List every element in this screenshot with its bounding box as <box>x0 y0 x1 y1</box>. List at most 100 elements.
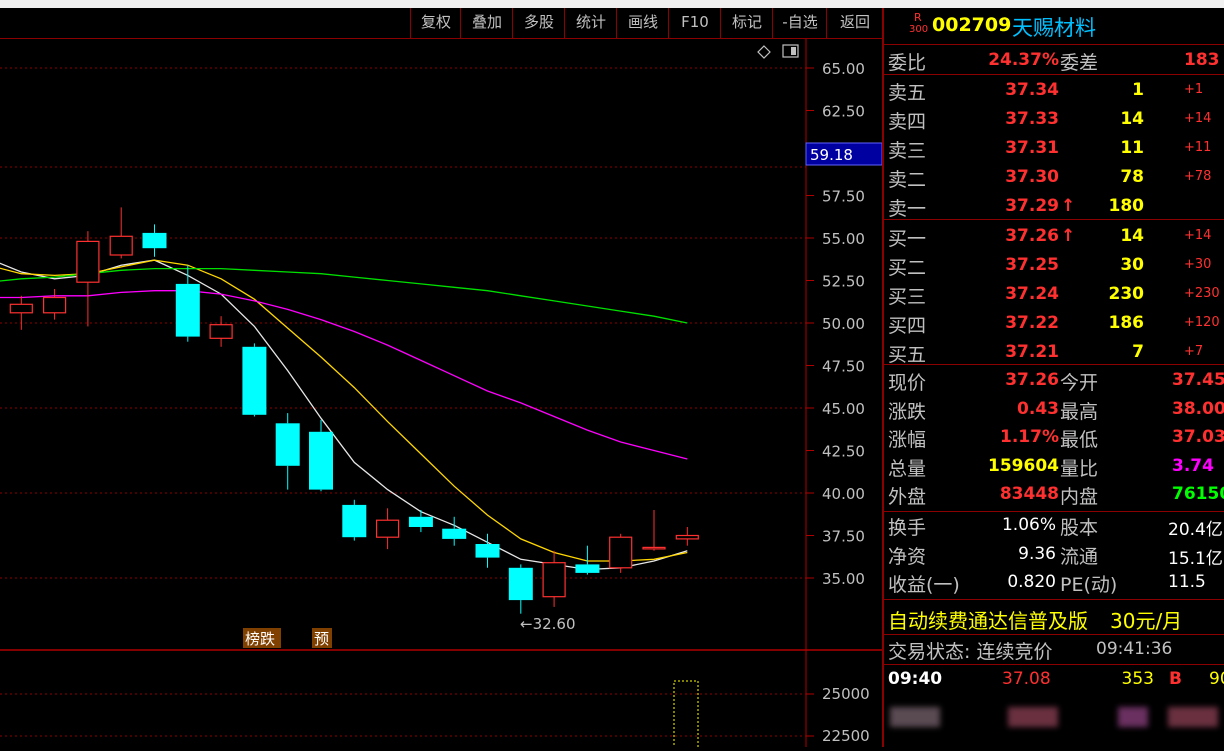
orderbook-price: 37.30 <box>1005 167 1059 187</box>
fundamental-label: 换手 <box>888 517 927 539</box>
toolbar-draw-button[interactable]: 画线 <box>616 8 669 38</box>
stat-value: 37.45 <box>1172 370 1224 390</box>
toolbar-back-button[interactable]: 返回 <box>826 8 883 38</box>
quote-panel: R 300 002709 天赐材料 委比 24.37% 委差 183 卖五 37.… <box>882 8 1224 747</box>
price-tick-label: 40.00 <box>822 485 865 503</box>
fundamental-value: 11.5 <box>1168 572 1206 592</box>
orderbook-price: 37.24 <box>1005 284 1059 304</box>
candle-body <box>9 303 33 314</box>
candle-body <box>675 534 699 540</box>
stat-label: 总量 <box>888 457 927 480</box>
orderbook-volume: 230 <box>1108 284 1145 304</box>
candle-body <box>542 562 566 598</box>
candle-body <box>42 296 67 314</box>
weicha-label: 委差 <box>1060 52 1099 74</box>
candle-body <box>609 536 633 569</box>
price-tick-label: 50.00 <box>822 315 865 333</box>
orderbook-price: 37.34 <box>1005 80 1059 100</box>
tag-yu[interactable]: 预 <box>314 630 329 648</box>
orderbook-level-label: 卖一 <box>888 198 927 220</box>
stat-value: 1.17% <box>1000 427 1059 447</box>
stat-value: 159604 <box>988 455 1059 476</box>
candle-body <box>76 240 100 283</box>
orderbook-price: 37.21 <box>1005 342 1059 362</box>
candle-body <box>408 516 433 527</box>
tag-bangdie[interactable]: 榜跌 <box>245 630 275 648</box>
orderbook-level-label: 买二 <box>888 257 927 279</box>
price-axis: 65.00 62.50 57.50 55.00 52.50 50.00 47.50 45.00… <box>805 39 865 650</box>
candle-body <box>475 544 500 558</box>
window-top-strip <box>0 0 1224 8</box>
orderbook-arrow-icon: ↑ <box>1061 196 1076 216</box>
r-badge: R <box>914 11 922 24</box>
toolbar-watchlist-button[interactable]: -自选 <box>772 8 827 38</box>
toolbar-overlay-button[interactable]: 叠加 <box>460 8 513 38</box>
fundamental-value: 15.1亿 <box>1168 548 1223 569</box>
stat-label: 内盘 <box>1060 486 1099 508</box>
price-tick-label: 47.50 <box>822 358 865 376</box>
trade-time: 09:41:36 <box>1096 639 1173 659</box>
orderbook-volume: 14 <box>1120 226 1144 246</box>
toolbar-stats-button[interactable]: 统计 <box>564 8 617 38</box>
candle-body <box>175 283 200 337</box>
orderbook-change: +120 <box>1184 315 1220 330</box>
toolbar-fuquan-button[interactable]: 复权 <box>410 8 461 38</box>
candle-body <box>242 346 267 415</box>
stat-value: 76150 <box>1172 484 1224 504</box>
promo-banner[interactable]: 自动续费通达信普及版 <box>888 605 1088 634</box>
candle-body <box>642 546 666 550</box>
diamond-icon[interactable] <box>757 45 771 59</box>
stat-value: 83448 <box>999 484 1059 504</box>
orderbook-level-label: 买五 <box>888 344 927 366</box>
orderbook-volume: 14 <box>1120 109 1144 129</box>
divider <box>884 634 1224 635</box>
toolbar-f10-button[interactable]: F10 <box>668 8 721 38</box>
orderbook-change: +78 <box>1184 169 1212 184</box>
orderbook-volume: 1 <box>1132 80 1144 100</box>
orderbook-change: +230 <box>1184 286 1220 301</box>
candle-body <box>508 567 533 601</box>
price-tick-label: 45.00 <box>822 400 865 418</box>
candle-body <box>376 519 400 538</box>
candle-body <box>275 423 300 466</box>
toolbar-mark-button[interactable]: 标记 <box>720 8 773 38</box>
candle-body <box>342 504 367 538</box>
price-tick-label: 55.00 <box>822 230 865 248</box>
toolbar-multi-stock-button[interactable]: 多股 <box>512 8 565 38</box>
orderbook-change: +14 <box>1184 111 1212 126</box>
orderbook-change: +11 <box>1184 140 1212 155</box>
promo-price[interactable]: 30元/月 <box>1110 605 1182 634</box>
divider <box>884 599 1224 600</box>
orderbook-price: 37.22 <box>1005 313 1059 333</box>
fundamental-value: 1.06% <box>1001 515 1056 535</box>
orderbook-price: 37.29 <box>1005 196 1059 216</box>
stat-label: 涨幅 <box>888 429 927 451</box>
tick-side: B <box>1169 669 1182 689</box>
stat-value: 0.43 <box>1017 398 1059 419</box>
fundamental-label: 股本 <box>1060 517 1099 539</box>
kline-chart[interactable]: 65.00 62.50 57.50 55.00 52.50 50.00 47.50 45.00… <box>0 39 883 751</box>
divider <box>884 44 1224 45</box>
candle-body <box>109 235 133 256</box>
hs300-badge: 300 <box>909 24 929 35</box>
price-tick-label: 65.00 <box>822 60 865 78</box>
kline-chart-svg: 65.00 62.50 57.50 55.00 52.50 50.00 47.50 45.00… <box>0 39 883 751</box>
orderbook-volume: 78 <box>1120 167 1144 187</box>
stat-label: 今开 <box>1060 372 1099 394</box>
layout-icon[interactable] <box>782 44 799 58</box>
price-tick-label: 52.50 <box>822 273 865 291</box>
tick-num: 90 <box>1209 669 1224 689</box>
divider <box>884 364 1224 365</box>
fundamental-label: 收益(一) <box>888 574 960 596</box>
trade-status: 交易状态: 连续竞价 <box>888 641 1053 663</box>
current-price-tag: 59.18 <box>810 146 853 164</box>
orderbook-change: +1 <box>1184 82 1204 97</box>
divider <box>884 74 1224 75</box>
orderbook-price: 37.31 <box>1005 138 1059 158</box>
candle-body <box>209 324 233 339</box>
orderbook-price: 37.25 <box>1005 255 1059 275</box>
price-tick-label: 35.00 <box>822 570 865 588</box>
orderbook-price: 37.26 <box>1005 226 1059 246</box>
orderbook-volume: 7 <box>1132 342 1144 362</box>
orderbook-level-label: 买三 <box>888 286 927 308</box>
